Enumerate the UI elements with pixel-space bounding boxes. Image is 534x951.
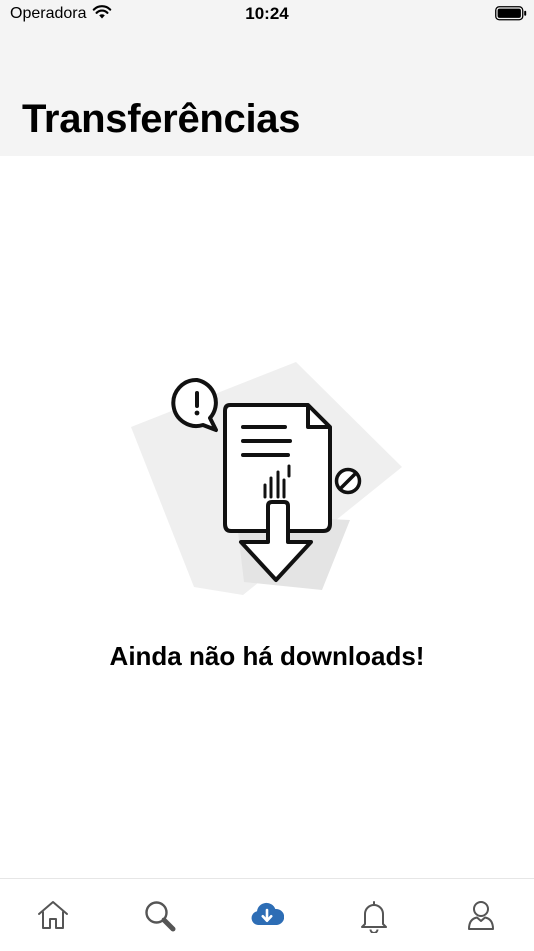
tab-search[interactable]: [107, 879, 214, 951]
tab-notifications[interactable]: [320, 879, 427, 951]
empty-state-message: Ainda não há downloads!: [109, 641, 425, 671]
header: Operadora 10:24 Transferências: [0, 0, 534, 156]
empty-downloads-illustration: [120, 355, 420, 610]
tab-profile[interactable]: [427, 879, 534, 951]
page-title: Transferências: [22, 97, 301, 141]
home-icon: [36, 899, 70, 936]
tab-downloads[interactable]: [214, 879, 321, 951]
tab-bar: [0, 878, 534, 951]
tab-home[interactable]: [0, 879, 107, 951]
blocked-icon: [334, 467, 362, 495]
cloud-download-icon: [250, 899, 285, 934]
search-icon: [143, 899, 177, 938]
clock: 10:24: [245, 4, 289, 23]
bell-icon: [359, 899, 389, 938]
status-bar: Operadora 10:24: [0, 0, 534, 28]
battery-icon: [495, 6, 527, 26]
user-icon: [466, 899, 496, 938]
